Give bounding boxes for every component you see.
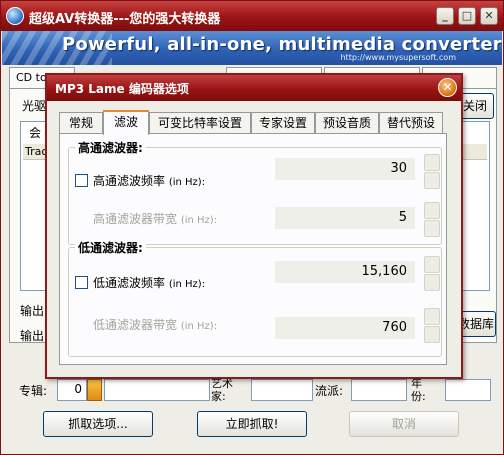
database-label: 数据库 <box>457 317 494 331</box>
mp3-encoder-dialog: MP3 Lame 编码器选项 ✕ 常规 滤波 可变比特率设置 专家设置 预设音质… <box>45 73 463 379</box>
tab-general-label: 常规 <box>68 116 93 130</box>
highpass-freq-down-button[interactable] <box>424 172 440 189</box>
tab-general[interactable]: 常规 <box>59 112 103 134</box>
highpass-width-value[interactable]: 5 <box>275 207 415 229</box>
lowpass-freq-unit: (in Hz): <box>168 279 206 290</box>
lowpass-freq-up-button[interactable] <box>424 256 440 273</box>
drive-label: 光驱 <box>22 99 47 113</box>
tab-preset-label: 预设音质 <box>322 116 371 130</box>
main-titlebar[interactable]: 超级AV转换器---您的强大转换器 _ □ ✕ <box>1 1 503 31</box>
highpass-width-down-button[interactable] <box>424 220 440 237</box>
close-tray-label: 关闭 <box>462 99 487 113</box>
highpass-freq-checkbox[interactable] <box>75 174 88 187</box>
artist-label: 艺术家: <box>211 377 233 403</box>
dialog-titlebar[interactable]: MP3 Lame 编码器选项 ✕ <box>47 75 461 101</box>
album-field[interactable]: 0 <box>57 379 87 401</box>
tab-alt-label: 替代预设 <box>386 116 435 130</box>
tab-alt-presets[interactable]: 替代预设 <box>379 112 443 134</box>
output-label-2: 输出 <box>20 329 45 343</box>
output-label-1: 输出 <box>20 304 45 318</box>
minimize-button[interactable]: _ <box>436 7 454 25</box>
lowpass-freq-value[interactable]: 15,160 <box>275 261 415 283</box>
grab-now-label: 立即抓取! <box>225 417 279 431</box>
dialog-title: MP3 Lame 编码器选项 <box>55 82 189 96</box>
highpass-width-spinner <box>424 202 440 238</box>
lowpass-group: 低通滤波器: 低通滤波频率 (in Hz): 15,160 低通滤波器带宽 (i… <box>68 239 442 357</box>
tab-vbr-settings[interactable]: 可变比特率设置 <box>149 112 251 134</box>
highpass-width-up-button[interactable] <box>424 202 440 219</box>
window-title: 超级AV转换器---您的强大转换器 <box>29 12 221 27</box>
highpass-group-title: 高通滤波器: <box>75 139 146 156</box>
highpass-freq-text: 高通滤波频率 <box>93 174 166 188</box>
highpass-freq-value[interactable]: 30 <box>275 158 415 180</box>
close-icon[interactable]: ✕ <box>438 78 457 97</box>
highpass-freq-spinner <box>424 154 440 190</box>
grab-options-label: 抓取选项... <box>68 417 128 431</box>
cancel-button[interactable]: 取消 <box>349 411 459 437</box>
artist-field[interactable] <box>251 379 313 401</box>
lowpass-width-value[interactable]: 760 <box>275 317 415 339</box>
grab-now-button[interactable]: 立即抓取! <box>197 411 307 437</box>
highpass-width-label: 高通滤波器带宽 (in Hz): <box>93 210 217 227</box>
album-value: 0 <box>74 382 82 396</box>
tab-filter-label: 滤波 <box>113 115 138 129</box>
filter-tab-panel: 高通滤波器: 高通滤波频率 (in Hz): 30 高通滤波器带宽 (in Hz… <box>59 133 447 365</box>
highpass-freq-up-button[interactable] <box>424 154 440 171</box>
album-label: 专辑: <box>19 384 48 398</box>
cancel-label: 取消 <box>391 417 416 431</box>
highpass-freq-label[interactable]: 高通滤波频率 (in Hz): <box>93 172 205 189</box>
tab-cd-label: CD to <box>16 71 47 84</box>
lowpass-width-unit: (in Hz): <box>180 321 218 332</box>
lowpass-freq-down-button[interactable] <box>424 274 440 291</box>
highpass-group: 高通滤波器: 高通滤波频率 (in Hz): 30 高通滤波器带宽 (in Hz… <box>68 139 442 245</box>
lowpass-width-text: 低通滤波器带宽 <box>93 318 178 332</box>
highpass-width-unit: (in Hz): <box>180 215 218 226</box>
highpass-freq-unit: (in Hz): <box>168 177 206 188</box>
tab-expert-label: 专家设置 <box>258 116 307 130</box>
lowpass-freq-label[interactable]: 低通滤波频率 (in Hz): <box>93 274 205 291</box>
year-field[interactable] <box>445 379 491 401</box>
year-label: 年份: <box>411 377 426 403</box>
lowpass-width-down-button[interactable] <box>424 326 440 343</box>
maximize-button[interactable]: □ <box>458 7 476 25</box>
album-spinner[interactable] <box>87 379 102 401</box>
genre-label: 流派: <box>315 384 344 398</box>
banner: Powerful, all-in-one, multimedia convert… <box>2 31 502 65</box>
tab-preset-quality[interactable]: 预设音质 <box>315 112 379 134</box>
lowpass-freq-text: 低通滤波频率 <box>93 276 166 290</box>
tab-vbr-label: 可变比特率设置 <box>157 116 242 130</box>
banner-url: http://www.mysupersoft.com <box>340 53 456 62</box>
grab-options-button[interactable]: 抓取选项... <box>43 411 153 437</box>
app-icon <box>6 7 24 25</box>
album-name-field[interactable] <box>104 379 210 401</box>
lowpass-width-spinner <box>424 308 440 344</box>
tab-filter[interactable]: 滤波 <box>103 110 149 135</box>
highpass-width-text: 高通滤波器带宽 <box>93 212 178 226</box>
tab-expert-settings[interactable]: 专家设置 <box>251 112 315 134</box>
genre-field[interactable] <box>351 379 407 401</box>
banner-text: Powerful, all-in-one, multimedia convert… <box>62 34 502 55</box>
lowpass-freq-spinner <box>424 256 440 292</box>
track-list-header: 会 <box>29 126 42 140</box>
lowpass-freq-checkbox[interactable] <box>75 276 88 289</box>
lowpass-width-up-button[interactable] <box>424 308 440 325</box>
lowpass-group-title: 低通滤波器: <box>75 239 146 256</box>
close-window-button[interactable]: ✕ <box>480 7 498 25</box>
lowpass-width-label: 低通滤波器带宽 (in Hz): <box>93 316 217 333</box>
